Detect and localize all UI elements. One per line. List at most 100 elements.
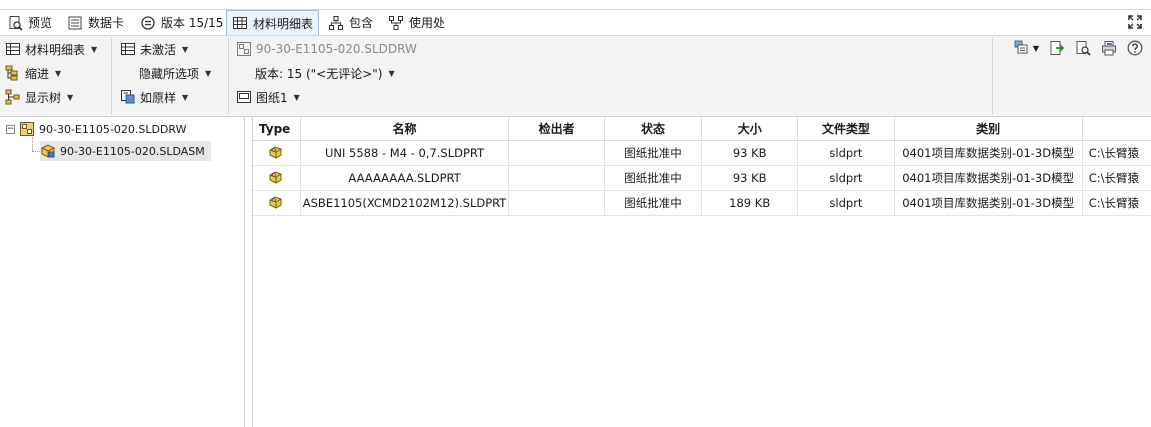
table-header-row: Type 名称 检出者 状态 大小 文件类型 类别 [253,117,1151,141]
version-icon [141,15,155,30]
bom-table: Type 名称 检出者 状态 大小 文件类型 类别 UNI 5588 - M4 … [253,117,1151,216]
checked-out-by-cell [508,165,605,191]
contains-icon [329,15,343,30]
tree-node-label: 90-30-E1105-020.SLDASM [60,144,205,158]
export-icon[interactable] [1049,40,1065,56]
file-name: 90-30-E1105-020.SLDDRW [256,42,417,56]
version-dropdown[interactable]: 版本: 15 ("<无评论>") ▼ [255,62,395,84]
column-header-file-type[interactable]: 文件类型 [797,117,895,141]
drawing-file-icon [20,122,34,136]
part-icon [269,145,282,159]
category-cell: 0401项目库数据类别-01-3D模型 [894,140,1083,166]
version-label: 版本: 15 ("<无评论>") [255,66,383,81]
category-cell: 0401项目库数据类别-01-3D模型 [894,165,1083,191]
path-cell: C:\长臂猿 [1082,140,1151,166]
part-icon [269,170,282,184]
sheet-icon [237,91,251,103]
size-cell: 189 KB [701,190,799,216]
chevron-down-icon: ▼ [293,92,300,102]
bom-dropdown-label: 材料明细表 [25,42,86,57]
toolbar-right-actions: ▼ [1014,40,1143,56]
sheet-dropdown[interactable]: 图纸1 ▼ [236,86,300,108]
column-header-size[interactable]: 大小 [701,117,799,141]
as-built-label: 如原样 [140,90,177,105]
tree-node-label: 90-30-E1105-020.SLDDRW [39,122,187,136]
path-cell: C:\长臂猿 [1082,165,1151,191]
column-header-state[interactable]: 状态 [604,117,703,141]
bom-table-icon [233,17,247,29]
toolbar-separator [111,38,112,114]
part-icon [269,195,282,209]
size-cell: 93 KB [701,140,799,166]
checked-out-by-cell [508,140,605,166]
checked-out-by-cell [508,190,605,216]
name-cell: AAAAAAAA.SLDPRT [300,165,510,191]
bom-table-panel: Type 名称 检出者 状态 大小 文件类型 类别 UNI 5588 - M4 … [252,117,1151,427]
where-used-icon [389,15,403,30]
size-cell: 93 KB [701,165,799,191]
file-type-cell: sldprt [797,165,895,191]
table-row[interactable]: UNI 5588 - M4 - 0,7.SLDPRT 图纸批准中 93 KB s… [253,140,1151,166]
print-preview-icon[interactable] [1075,40,1091,56]
state-cell: 图纸批准中 [604,165,703,191]
datacard-icon [68,16,82,29]
chevron-down-icon: ▼ [91,44,98,54]
tab-label: 使用处 [409,16,446,30]
tab-datacard[interactable]: 数据卡 [62,11,129,34]
toolbar-separator [228,38,229,114]
show-tree-dropdown[interactable]: 显示树 ▼ [5,86,73,108]
bom-tree-panel: − 90-30-E1105-020.SLDDRW 90-30-E1105-020… [0,117,245,427]
tree-node-root[interactable]: − 90-30-E1105-020.SLDDRW [6,119,186,139]
tab-label: 包含 [349,16,374,30]
file-type-cell: sldprt [797,190,895,216]
tree-node-assembly[interactable]: 90-30-E1105-020.SLDASM [40,141,211,161]
column-header-category[interactable]: 类别 [894,117,1083,141]
tab-preview[interactable]: 预览 [2,11,57,34]
column-header-name[interactable]: 名称 [300,117,510,141]
tab-contains[interactable]: 包含 [323,11,378,34]
help-icon[interactable] [1127,40,1143,56]
collapse-icon[interactable]: − [6,124,15,134]
tab-bar: 预览 数据卡 版本 15/15 材料明细表 包含 使用处 [0,10,1151,36]
hidden-options-label: 隐藏所选项 [139,66,200,81]
hidden-options-dropdown[interactable]: 隐藏所选项 ▼ [139,62,211,84]
state-cell: 图纸批准中 [604,190,703,216]
chevron-down-icon: ▼ [182,92,189,102]
tab-bom[interactable]: 材料明细表 [226,10,320,35]
tab-label: 预览 [28,16,53,30]
column-header-overflow[interactable] [1082,117,1151,141]
table-row[interactable]: ASBE1105(XCMD2102M12).SLDPRT 图纸批准中 189 K… [253,190,1151,216]
tab-where-used[interactable]: 使用处 [383,11,450,34]
column-header-type[interactable]: Type [253,117,301,141]
window-top-edge [0,0,1151,10]
inactive-dropdown[interactable]: 未激活 ▼ [120,38,188,60]
state-cell: 图纸批准中 [604,140,703,166]
chevron-down-icon: ▼ [55,68,62,78]
file-type-cell: sldprt [797,140,895,166]
file-name-display: 90-30-E1105-020.SLDDRW [236,38,417,60]
tab-label: 数据卡 [88,16,125,30]
bom-dropdown[interactable]: 材料明细表 ▼ [5,38,97,60]
indent-dropdown[interactable]: 缩进 ▼ [5,62,61,84]
assembly-icon [41,144,55,158]
sheet-label: 图纸1 [256,90,288,105]
maximize-icon[interactable] [1127,14,1143,30]
print-icon[interactable] [1101,40,1117,56]
type-cell [253,165,301,191]
as-built-dropdown[interactable]: 如原样 ▼ [120,86,188,108]
type-cell [253,190,301,216]
name-cell: UNI 5588 - M4 - 0,7.SLDPRT [300,140,510,166]
table-row[interactable]: AAAAAAAA.SLDPRT 图纸批准中 93 KB sldprt 0401项… [253,165,1151,191]
chevron-down-icon: ▼ [182,44,189,54]
layout-options-icon [1014,40,1028,54]
column-header-checked-out-by[interactable]: 检出者 [508,117,605,141]
name-cell: ASBE1105(XCMD2102M12).SLDPRT [300,190,510,216]
indent-label: 缩进 [25,66,50,81]
path-cell: C:\长臂猿 [1082,190,1151,216]
type-cell [253,140,301,166]
tree-connector [32,151,42,152]
display-options-button[interactable]: ▼ [1014,40,1039,56]
indent-icon [5,65,18,81]
tab-version[interactable]: 版本 15/15 [135,11,228,34]
chevron-down-icon: ▼ [205,68,212,78]
